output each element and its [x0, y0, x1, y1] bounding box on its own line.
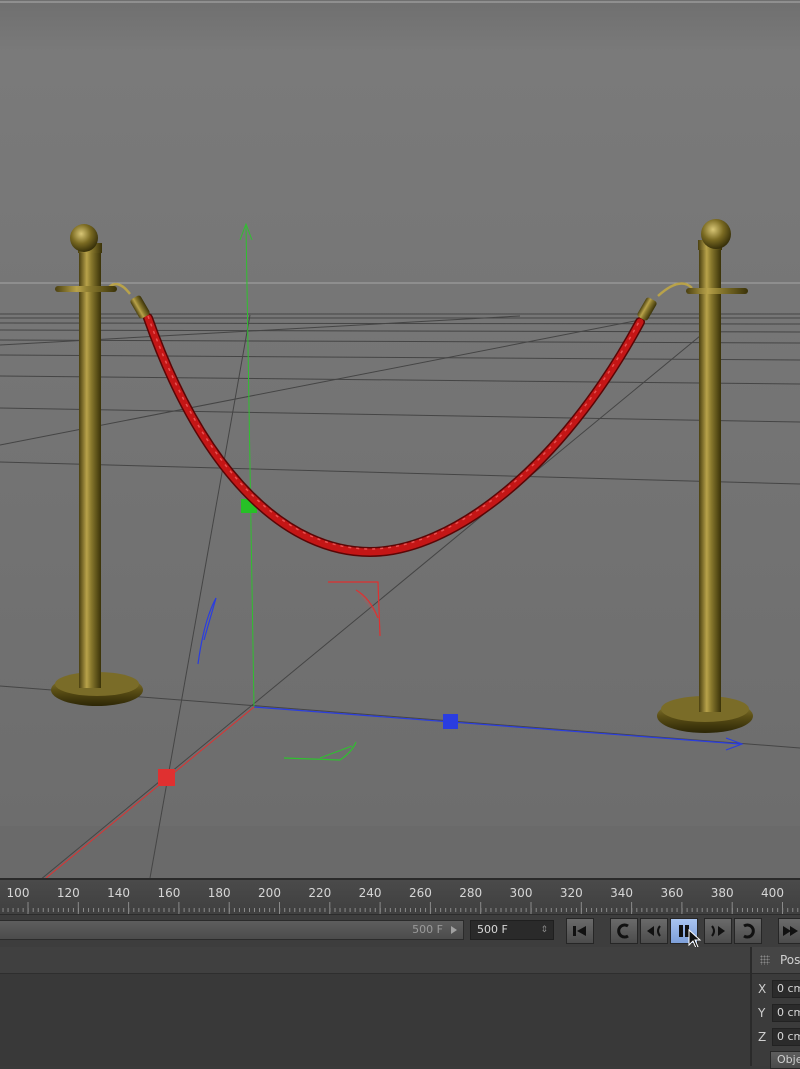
position-y-row: Y 0 cm: [752, 1003, 800, 1023]
coordinates-panel: Pos X 0 cm Y 0 cm Z 0 cm Obje: [750, 947, 800, 1069]
skip-end-icon: [782, 926, 798, 936]
transport-bar: 500 F 500 F ⇕: [0, 914, 800, 949]
ruler-label: 160: [157, 886, 180, 900]
x-label: X: [758, 982, 767, 996]
go-to-end-button[interactable]: [778, 918, 800, 944]
step-forward-icon: [711, 925, 725, 937]
ruler-label: 220: [308, 886, 331, 900]
step-back-button[interactable]: [640, 918, 668, 944]
position-x-row: X 0 cm: [752, 979, 800, 999]
spinner-icon[interactable]: ⇕: [540, 921, 548, 939]
y-label: Y: [758, 1006, 766, 1020]
position-y-field[interactable]: 0 cm: [772, 1004, 800, 1022]
range-arrow-icon[interactable]: [451, 926, 457, 934]
ruler-label: 180: [208, 886, 231, 900]
ruler-label: 380: [711, 886, 734, 900]
loop-back-icon: [617, 923, 629, 939]
ruler-label: 260: [409, 886, 432, 900]
ruler-label: 120: [57, 886, 80, 900]
ruler-label: 280: [459, 886, 482, 900]
skip-start-icon: [573, 926, 586, 936]
previous-key-button[interactable]: [610, 918, 638, 944]
position-header: Pos: [780, 953, 800, 967]
ruler-label: 100: [7, 886, 30, 900]
ruler-label: 300: [510, 886, 533, 900]
end-frame-field[interactable]: 500 F ⇕: [470, 920, 554, 940]
timeline-ruler[interactable]: 100 120 140 160 180 200 220 240 260 280 300 320 340 3…: [0, 878, 800, 916]
ruler-label: 140: [107, 886, 130, 900]
ruler-label: 360: [660, 886, 683, 900]
position-z-field[interactable]: 0 cm: [772, 1028, 800, 1046]
step-back-icon: [647, 925, 661, 937]
step-forward-button[interactable]: [704, 918, 732, 944]
z-label: Z: [758, 1030, 767, 1044]
z-axis-handle[interactable]: [443, 714, 458, 729]
ruler-label: 340: [610, 886, 633, 900]
x-axis-handle[interactable]: [158, 769, 175, 786]
3d-viewport[interactable]: [0, 0, 800, 878]
end-frame-value: 500 F: [477, 923, 508, 936]
loop-forward-icon: [743, 923, 755, 939]
ruler-label: 200: [258, 886, 281, 900]
object-mode-dropdown[interactable]: Obje: [770, 1051, 800, 1069]
position-x-field[interactable]: 0 cm: [772, 980, 800, 998]
mouse-cursor-icon: [688, 929, 702, 949]
position-z-row: Z 0 cm: [752, 1027, 800, 1047]
viewport-scene[interactable]: [0, 0, 800, 878]
panel-grip-icon[interactable]: [760, 955, 770, 965]
coordinates-header: Pos: [752, 947, 800, 974]
range-slider[interactable]: 500 F: [0, 920, 464, 940]
ruler-label: 320: [560, 886, 583, 900]
ruler-label: 400: [761, 886, 784, 900]
material-manager-strip[interactable]: [0, 947, 750, 974]
range-end-label: 500 F: [412, 923, 443, 936]
go-to-start-button[interactable]: [566, 918, 594, 944]
next-key-button[interactable]: [734, 918, 762, 944]
ruler-label: 240: [359, 886, 382, 900]
bottom-panels: Pos X 0 cm Y 0 cm Z 0 cm Obje: [0, 947, 800, 1069]
